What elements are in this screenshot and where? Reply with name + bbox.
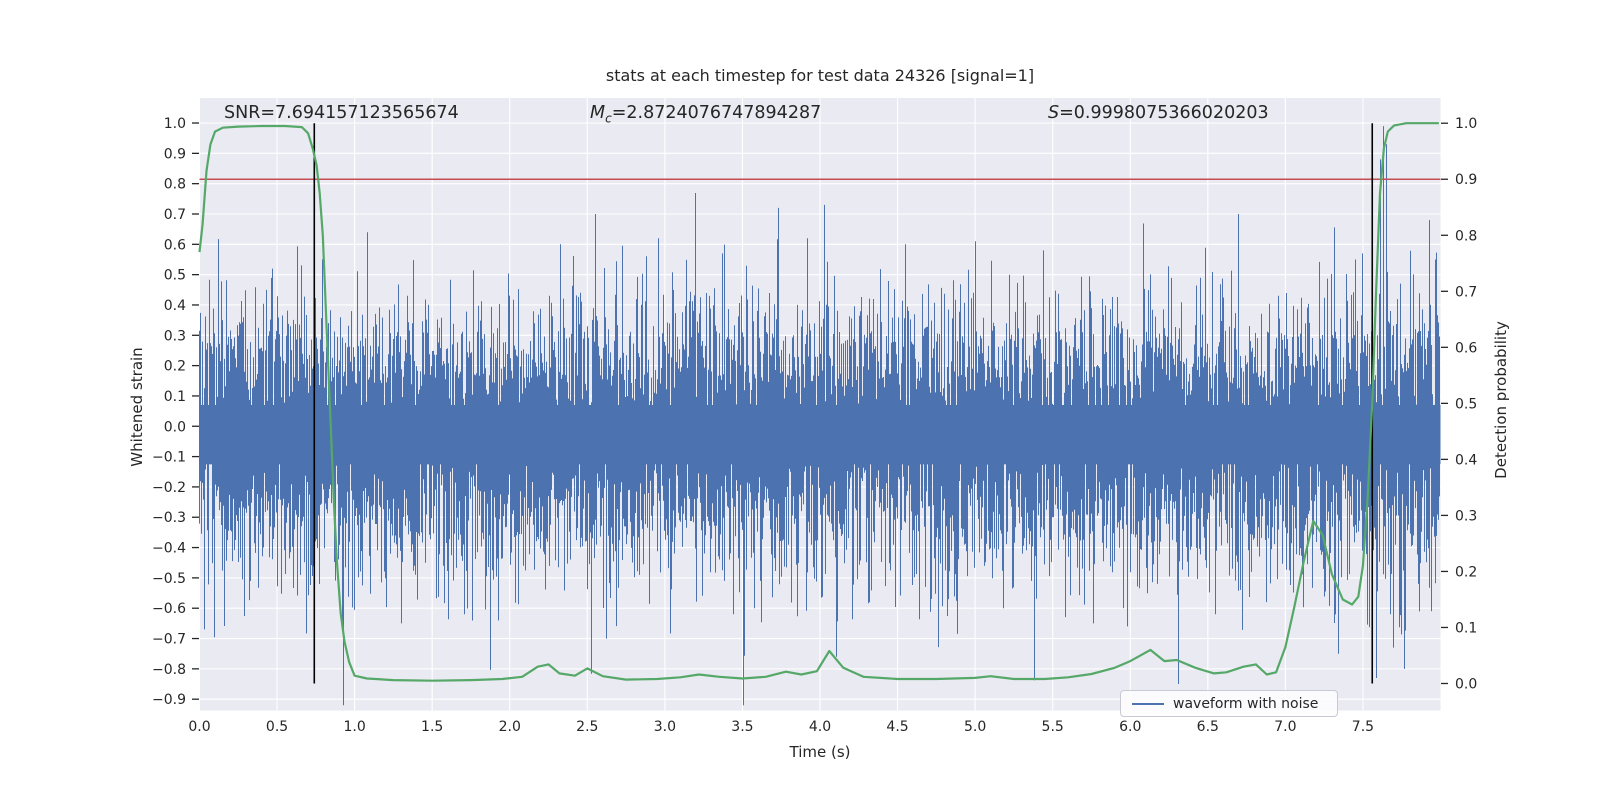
left-tick-label: 0.8 bbox=[164, 177, 186, 193]
right-tick-label: 0.8 bbox=[1455, 228, 1477, 244]
annotation-significance: S=0.9998075366020203 bbox=[1048, 103, 1269, 123]
chirp-mass-symbol: M bbox=[590, 103, 606, 123]
right-tick-label: 0.5 bbox=[1455, 396, 1477, 412]
left-tick-label: −0.4 bbox=[152, 541, 186, 557]
legend-label: waveform with noise bbox=[1173, 695, 1319, 712]
x-tick-label: 0.5 bbox=[266, 719, 288, 735]
x-tick-label: 0.0 bbox=[188, 719, 210, 735]
left-tick-label: 0.9 bbox=[164, 146, 186, 162]
right-tick-label: 1.0 bbox=[1455, 116, 1477, 132]
right-tick-label: 0.9 bbox=[1455, 172, 1477, 188]
chart-title: stats at each timestep for test data 243… bbox=[605, 66, 1035, 85]
left-tick-label: 0.7 bbox=[164, 207, 186, 223]
right-tick-label: 0.1 bbox=[1455, 620, 1477, 636]
chirp-mass-subscript: c bbox=[605, 111, 612, 126]
significance-symbol: S bbox=[1048, 103, 1060, 123]
left-tick-label: −0.9 bbox=[152, 692, 186, 708]
significance-value: =0.9998075366020203 bbox=[1059, 103, 1269, 123]
left-tick-label: −0.3 bbox=[152, 510, 186, 526]
x-tick-label: 4.5 bbox=[886, 719, 908, 735]
x-tick-label: 3.5 bbox=[731, 719, 753, 735]
left-tick-label: −0.8 bbox=[152, 662, 186, 678]
x-axis-label: Time (s) bbox=[789, 743, 851, 761]
x-tick-label: 7.5 bbox=[1352, 719, 1374, 735]
right-tick-label: 0.6 bbox=[1455, 340, 1477, 356]
left-tick-label: 0.2 bbox=[164, 359, 186, 375]
y-axis-label-right: Detection probability bbox=[1492, 321, 1510, 479]
left-tick-label: 0.0 bbox=[164, 419, 186, 435]
snr-label: SNR bbox=[224, 103, 261, 123]
left-tick-label: −0.6 bbox=[152, 601, 186, 617]
snr-value: =7.694157123565674 bbox=[260, 103, 459, 123]
figure: 1.0 0.9 0.8 0.7 0.6 0.5 0.4 0.3 0.2 0.1 0.0 −0.1 −0.… bbox=[0, 0, 1600, 800]
x-tick-label: 5.0 bbox=[964, 719, 986, 735]
right-tick-label: 0.4 bbox=[1455, 452, 1477, 468]
x-tick-label: 6.0 bbox=[1119, 719, 1141, 735]
x-tick-label: 4.0 bbox=[809, 719, 831, 735]
right-tick-label: 0.2 bbox=[1455, 564, 1477, 580]
left-tick-label: 0.1 bbox=[164, 389, 186, 405]
left-tick-label: −0.5 bbox=[152, 571, 186, 587]
x-tick-label: 1.0 bbox=[343, 719, 365, 735]
chirp-mass-value: =2.8724076747894287 bbox=[611, 103, 822, 123]
y-axis-label-left: Whitened strain bbox=[128, 347, 146, 467]
x-tick-label: 3.0 bbox=[654, 719, 676, 735]
left-tick-label: 0.6 bbox=[164, 237, 186, 253]
annotation-snr: SNR=7.694157123565674 bbox=[224, 103, 459, 123]
waveform-core-band bbox=[199, 405, 1441, 465]
right-tick-label: 0.0 bbox=[1455, 676, 1477, 692]
x-tick-label: 6.5 bbox=[1197, 719, 1219, 735]
left-tick-label: −0.2 bbox=[152, 480, 186, 496]
right-tick-label: 0.7 bbox=[1455, 284, 1477, 300]
x-tick-label: 2.5 bbox=[576, 719, 598, 735]
annotation-chirp-mass: Mc=2.8724076747894287 bbox=[590, 103, 821, 126]
legend-line-swatch bbox=[1132, 702, 1164, 705]
x-tick-label: 2.0 bbox=[499, 719, 521, 735]
x-tick-label: 5.5 bbox=[1042, 719, 1064, 735]
left-tick-label: 0.5 bbox=[164, 268, 186, 284]
left-tick-label: −0.1 bbox=[152, 450, 186, 466]
right-tick-label: 0.3 bbox=[1455, 508, 1477, 524]
x-tick-label: 1.5 bbox=[421, 719, 443, 735]
left-tick-label: −0.7 bbox=[152, 632, 186, 648]
left-tick-label: 0.4 bbox=[164, 298, 186, 314]
left-tick-label: 0.3 bbox=[164, 328, 186, 344]
legend: waveform with noise bbox=[1120, 690, 1338, 717]
x-tick-label: 7.0 bbox=[1274, 719, 1296, 735]
left-tick-label: 1.0 bbox=[164, 116, 186, 132]
